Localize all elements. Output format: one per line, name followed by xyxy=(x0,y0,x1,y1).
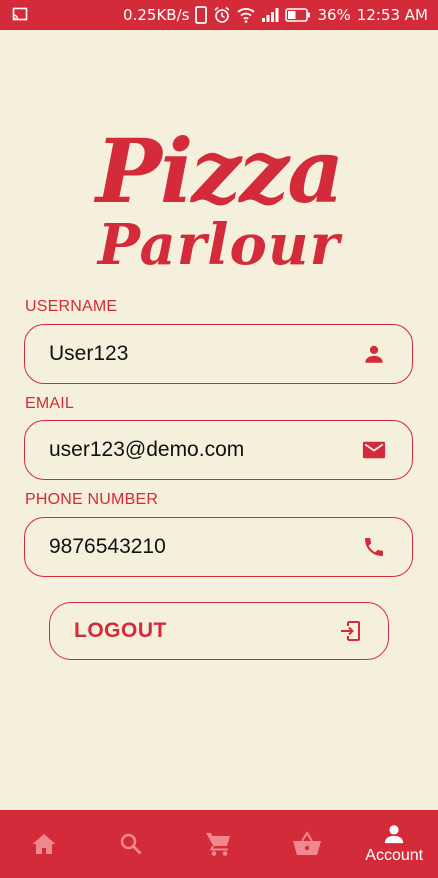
cast-icon xyxy=(12,6,28,22)
email-label: EMAIL xyxy=(25,395,75,412)
alarm-icon xyxy=(213,6,231,24)
mail-icon xyxy=(362,438,386,462)
signal-icon xyxy=(261,7,279,23)
app-logo: Pizza Parlour xyxy=(0,125,438,275)
home-icon xyxy=(31,832,57,856)
network-speed: 0.25KB/s xyxy=(123,6,190,24)
phone-status-icon xyxy=(195,6,208,24)
username-label: USERNAME xyxy=(25,298,118,315)
battery-icon xyxy=(285,8,311,22)
logo-line-2: Parlour xyxy=(97,212,341,278)
phone-field[interactable]: 9876543210 xyxy=(24,517,413,577)
phone-value[interactable]: 9876543210 xyxy=(49,535,362,559)
username-value[interactable]: User123 xyxy=(49,342,362,366)
logout-button[interactable]: LOGOUT xyxy=(49,602,389,660)
account-icon xyxy=(383,823,405,845)
email-value[interactable]: user123@demo.com xyxy=(49,438,362,462)
logout-label: LOGOUT xyxy=(74,619,167,642)
phone-icon xyxy=(362,535,386,559)
exit-icon xyxy=(338,619,362,643)
nav-cart[interactable] xyxy=(175,810,263,878)
username-field[interactable]: User123 xyxy=(24,324,413,384)
nav-home[interactable] xyxy=(0,810,88,878)
wifi-icon xyxy=(237,7,256,23)
person-icon xyxy=(362,342,386,366)
nav-orders[interactable] xyxy=(263,810,351,878)
status-bar: 0.25KB/s 36% 12:53 AM xyxy=(0,0,438,30)
basket-icon xyxy=(292,831,322,857)
phone-label: PHONE NUMBER xyxy=(25,491,159,508)
search-icon xyxy=(119,832,143,856)
nav-account-label: Account xyxy=(365,847,424,864)
bottom-navigation: Account xyxy=(0,810,438,878)
email-field[interactable]: user123@demo.com xyxy=(24,420,413,480)
battery-percent: 36% xyxy=(317,6,351,24)
cart-icon xyxy=(205,831,233,857)
clock: 12:53 AM xyxy=(356,6,428,24)
logo-line-1: Pizza xyxy=(95,119,345,223)
nav-account[interactable]: Account xyxy=(350,810,438,878)
nav-search[interactable] xyxy=(88,810,176,878)
